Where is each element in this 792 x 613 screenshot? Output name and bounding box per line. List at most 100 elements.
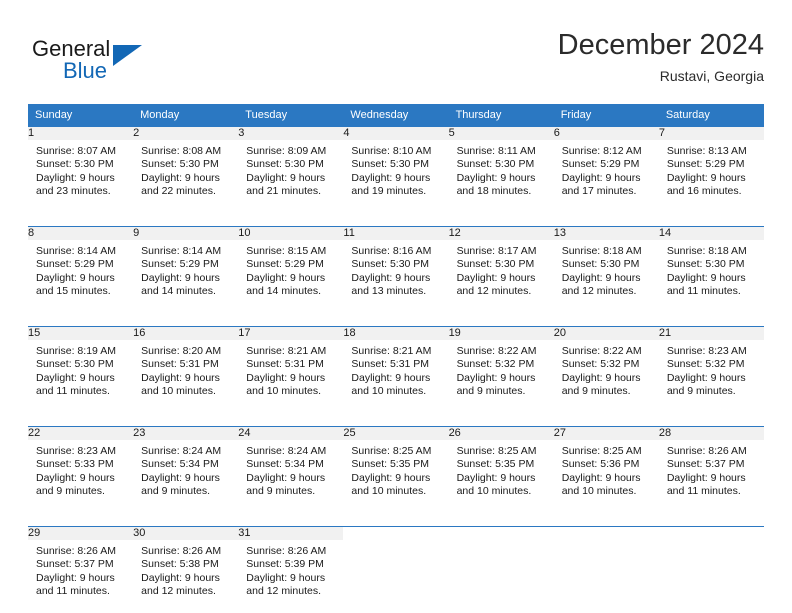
day-details-empty bbox=[659, 540, 764, 613]
day-number[interactable]: 16 bbox=[133, 326, 239, 340]
sunrise-text: Sunrise: 8:23 AM bbox=[36, 445, 116, 457]
day-number[interactable]: 17 bbox=[238, 326, 344, 340]
day-number[interactable]: 13 bbox=[553, 226, 659, 240]
sunset-text: Sunset: 5:38 PM bbox=[141, 558, 219, 571]
daylight-text-line1: Daylight: 9 hours bbox=[561, 271, 641, 284]
day-number[interactable]: 12 bbox=[448, 226, 554, 240]
day-number[interactable]: 20 bbox=[553, 326, 659, 340]
daylight-text-line1: Daylight: 9 hours bbox=[456, 171, 536, 184]
day-number[interactable]: 15 bbox=[28, 326, 134, 340]
day-details-content: Sunrise: 8:11 AM Sunset: 5:30 PM Daylight:… bbox=[450, 141, 553, 212]
sunrise-text: Sunrise: 8:13 AM bbox=[666, 145, 747, 157]
sunrise-text: Sunrise: 8:22 AM bbox=[561, 345, 642, 357]
sunrise-text: Sunrise: 8:24 AM bbox=[141, 445, 222, 457]
day-number[interactable]: 14 bbox=[658, 226, 764, 240]
title-block: December 2024 Rustavi, Georgia bbox=[558, 28, 764, 86]
daylight-text-line2: and 11 minutes. bbox=[666, 285, 741, 298]
sunrise-text: Sunrise: 8:25 AM bbox=[351, 445, 432, 457]
day-number[interactable]: 18 bbox=[343, 326, 449, 340]
day-details-content: Sunrise: 8:12 AM Sunset: 5:29 PM Daylight:… bbox=[555, 141, 658, 212]
daylight-text-line1: Daylight: 9 hours bbox=[36, 571, 115, 584]
day-details-content: Sunrise: 8:18 AM Sunset: 5:30 PM Daylight:… bbox=[660, 241, 763, 312]
day-number[interactable]: 23 bbox=[133, 426, 239, 440]
day-details-empty bbox=[554, 540, 659, 613]
daylight-text-line1: Daylight: 9 hours bbox=[456, 371, 536, 384]
day-details-content: Sunrise: 8:26 AM Sunset: 5:39 PM Daylight:… bbox=[239, 541, 342, 612]
day-details: Sunrise: 8:14 AM Sunset: 5:29 PM Daylight:… bbox=[133, 240, 238, 313]
day-number[interactable]: 31 bbox=[238, 526, 344, 540]
daylight-text-line2: and 19 minutes. bbox=[351, 185, 427, 198]
week-spacer bbox=[28, 413, 764, 427]
weekday-header-row: Sunday Monday Tuesday Wednesday Thursday… bbox=[28, 104, 764, 127]
sunset-text: Sunset: 5:30 PM bbox=[561, 258, 640, 271]
day-number[interactable]: 25 bbox=[343, 426, 449, 440]
sunset-text: Sunset: 5:30 PM bbox=[351, 158, 430, 171]
day-number[interactable]: 26 bbox=[448, 426, 554, 440]
sunset-text: Sunset: 5:29 PM bbox=[246, 258, 324, 271]
day-number[interactable]: 9 bbox=[133, 226, 239, 240]
day-number[interactable]: 8 bbox=[28, 226, 134, 240]
sunset-text: Sunset: 5:31 PM bbox=[141, 358, 219, 371]
daylight-text-line2: and 18 minutes. bbox=[456, 185, 532, 198]
sunrise-text: Sunrise: 8:26 AM bbox=[141, 545, 222, 557]
sunset-text: Sunset: 5:30 PM bbox=[141, 158, 219, 171]
day-number[interactable]: 5 bbox=[448, 127, 554, 140]
day-number[interactable]: 6 bbox=[553, 127, 659, 140]
brand-logo[interactable]: General Blue bbox=[32, 36, 212, 88]
day-cell-empty bbox=[658, 526, 764, 540]
day-details: Sunrise: 8:10 AM Sunset: 5:30 PM Daylight:… bbox=[343, 140, 448, 213]
weekday-header-friday: Friday bbox=[553, 104, 659, 127]
sunset-text: Sunset: 5:34 PM bbox=[246, 458, 324, 471]
day-number[interactable]: 21 bbox=[658, 326, 764, 340]
sunset-text: Sunset: 5:32 PM bbox=[666, 358, 745, 371]
day-number[interactable]: 3 bbox=[238, 127, 344, 140]
day-number[interactable]: 2 bbox=[133, 127, 239, 140]
day-number[interactable]: 29 bbox=[28, 526, 134, 540]
day-number[interactable]: 22 bbox=[28, 426, 134, 440]
sunrise-text: Sunrise: 8:22 AM bbox=[456, 345, 537, 357]
day-number[interactable]: 10 bbox=[238, 226, 344, 240]
day-number[interactable]: 28 bbox=[658, 426, 764, 440]
sunset-text: Sunset: 5:35 PM bbox=[456, 458, 535, 471]
daylight-text-line1: Daylight: 9 hours bbox=[246, 471, 326, 484]
day-details-content: Sunrise: 8:08 AM Sunset: 5:30 PM Daylight:… bbox=[134, 141, 237, 212]
day-details-content: Sunrise: 8:14 AM Sunset: 5:29 PM Daylight:… bbox=[29, 241, 132, 312]
sunset-text: Sunset: 5:34 PM bbox=[141, 458, 219, 471]
day-number[interactable]: 19 bbox=[448, 326, 554, 340]
day-details-content: Sunrise: 8:19 AM Sunset: 5:30 PM Daylight:… bbox=[29, 341, 132, 412]
day-number[interactable]: 30 bbox=[133, 526, 239, 540]
sunrise-text: Sunrise: 8:14 AM bbox=[36, 245, 116, 257]
day-details-content: Sunrise: 8:23 AM Sunset: 5:32 PM Daylight:… bbox=[660, 341, 763, 412]
day-number[interactable]: 7 bbox=[658, 127, 764, 140]
daylight-text-line1: Daylight: 9 hours bbox=[666, 171, 746, 184]
sunset-text: Sunset: 5:37 PM bbox=[36, 558, 114, 571]
day-details: Sunrise: 8:16 AM Sunset: 5:30 PM Daylight:… bbox=[343, 240, 448, 313]
sunrise-text: Sunrise: 8:23 AM bbox=[666, 345, 747, 357]
daylight-text-line1: Daylight: 9 hours bbox=[246, 571, 326, 584]
daylight-text-line2: and 10 minutes. bbox=[561, 485, 637, 498]
day-details: Sunrise: 8:14 AM Sunset: 5:29 PM Daylight:… bbox=[28, 240, 133, 313]
day-number[interactable]: 4 bbox=[343, 127, 449, 140]
weekday-header-tuesday: Tuesday bbox=[238, 104, 344, 127]
daylight-text-line1: Daylight: 9 hours bbox=[36, 271, 115, 284]
daylight-text-line2: and 12 minutes. bbox=[141, 585, 216, 598]
daylight-text-line1: Daylight: 9 hours bbox=[246, 171, 326, 184]
day-number[interactable]: 27 bbox=[553, 426, 659, 440]
sunset-text: Sunset: 5:33 PM bbox=[36, 458, 114, 471]
daylight-text-line1: Daylight: 9 hours bbox=[351, 271, 431, 284]
day-details-content: Sunrise: 8:24 AM Sunset: 5:34 PM Daylight:… bbox=[239, 441, 342, 512]
day-details: Sunrise: 8:17 AM Sunset: 5:30 PM Daylight:… bbox=[449, 240, 554, 313]
day-cell-empty bbox=[553, 526, 659, 540]
week-spacer bbox=[28, 213, 764, 227]
day-number[interactable]: 1 bbox=[28, 127, 134, 140]
day-number[interactable]: 11 bbox=[343, 226, 449, 240]
calendar-table: Sunday Monday Tuesday Wednesday Thursday… bbox=[28, 104, 764, 613]
daylight-text-line1: Daylight: 9 hours bbox=[246, 371, 326, 384]
sunrise-text: Sunrise: 8:21 AM bbox=[246, 345, 327, 357]
sunrise-text: Sunrise: 8:14 AM bbox=[141, 245, 222, 257]
day-details: Sunrise: 8:11 AM Sunset: 5:30 PM Daylight:… bbox=[449, 140, 554, 213]
day-number[interactable]: 24 bbox=[238, 426, 344, 440]
week-row: 15 16 17 18 19 20 21 bbox=[28, 326, 764, 340]
week-row: 1234567 bbox=[28, 127, 764, 140]
daylight-text-line2: and 23 minutes. bbox=[36, 185, 111, 198]
